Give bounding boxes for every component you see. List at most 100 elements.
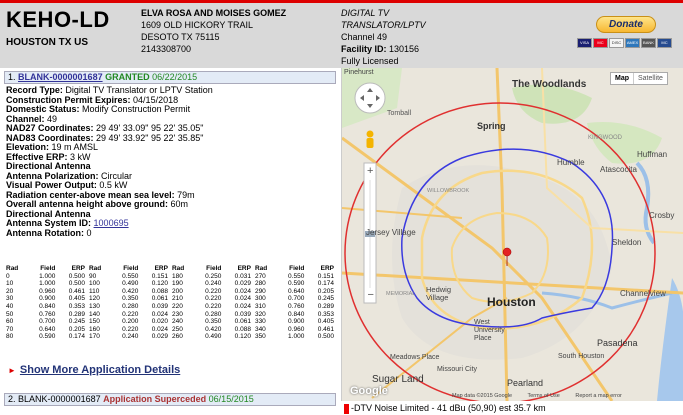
application-2-status: Application Superceded — [103, 394, 207, 404]
radiation-cell: 0.024 — [151, 325, 168, 333]
radiation-cell: 0.405 — [317, 318, 334, 326]
radiation-cell: 1.000 — [39, 272, 56, 280]
show-more-link[interactable]: Show More Application Details — [20, 364, 180, 376]
radiation-cell: 0.840 — [39, 302, 56, 310]
radiation-cell: 0.024 — [151, 310, 168, 318]
radiation-cell: 0.174 — [68, 333, 85, 341]
pan-control[interactable] — [354, 82, 386, 114]
coverage-map[interactable]: + − Pinehurst The Woodlands Tomball Spri… — [341, 68, 683, 401]
directional-antenna-label-1: Directional Antenna — [6, 161, 91, 171]
radiation-cell: 220 — [171, 302, 183, 310]
zoom-in-icon[interactable]: + — [367, 165, 373, 177]
overall-height-value: 60m — [170, 199, 189, 209]
station-city: HOUSTON TX US — [6, 37, 89, 48]
radiation-table-body: 0 1.000 0.500 90 0.550 0.151 180 0.250 0.031 270 0… — [4, 273, 336, 341]
donate-button[interactable]: Donate — [596, 16, 656, 33]
radiation-cell: 0.289 — [68, 310, 85, 318]
rotation-value: 0 — [86, 227, 92, 238]
application-1-date: 06/22/2015 — [152, 72, 198, 82]
license-status: Fully Licensed — [341, 56, 399, 66]
visa-card-icon: VISA — [577, 38, 592, 48]
application-2-bar: 2. BLANK-0000001687 Application Superced… — [4, 393, 336, 406]
radiation-cell: 0.151 — [151, 272, 168, 280]
radiation-cell: 320 — [254, 310, 266, 318]
radiation-cell: 10 — [6, 280, 14, 288]
radiation-cell: 0.700 — [39, 318, 56, 326]
map-label-the-woodlands: The Woodlands — [512, 79, 587, 90]
cp-expires-value: 04/15/2018 — [133, 94, 179, 105]
radiation-pattern-table: Rad Field ERP Rad Field ERP Rad Field ERP Rad Fiel… — [4, 265, 336, 341]
map-label-missouri-city: Missouri City — [437, 366, 478, 373]
radiation-cell: 0.840 — [288, 310, 305, 318]
radiation-cell: 0.024 — [234, 287, 251, 295]
nad83-value: 29 49' 33.92" 95 22' 35.85" — [96, 132, 204, 143]
radiation-cell: 0.174 — [317, 280, 334, 288]
radiation-cell: 240 — [171, 318, 183, 326]
map-data-credit: Map data ©2015 Google — [452, 393, 513, 399]
radiation-cell: 0.039 — [234, 310, 251, 318]
map-label-meadows-place: Meadows Place — [390, 354, 440, 361]
polarization-value: Circular — [101, 170, 133, 181]
zoom-out-icon[interactable]: − — [368, 289, 374, 301]
visual-power-value: 0.5 kW — [99, 180, 128, 190]
radiation-cell: 0.280 — [122, 302, 139, 310]
radiation-cell: 0.550 — [288, 272, 305, 280]
radiation-cell: 140 — [88, 310, 100, 318]
radiation-cell: 0.640 — [39, 325, 56, 333]
radiation-cell: 0.490 — [205, 333, 222, 341]
terms-of-use-link[interactable]: Terms of Use — [527, 393, 559, 399]
radiation-cell: 0.500 — [68, 280, 85, 288]
service-info: DIGITAL TV TRANSLATOR/LPTV Channel 49 Fa… — [341, 7, 426, 67]
radiation-cell: 0.760 — [39, 310, 56, 318]
radiation-cell: 0.700 — [288, 295, 305, 303]
map-label-tomball: Tomball — [387, 110, 412, 117]
map-label-west-university: West University Place — [474, 319, 505, 342]
radiation-header-cell: ERP — [71, 265, 85, 272]
radiation-cell: 0.200 — [122, 318, 139, 326]
radiation-cell: 0.220 — [122, 310, 139, 318]
radiation-row: 80 0.590 0.174 170 0.240 0.029 260 0.490 0.120 35… — [4, 333, 336, 341]
pegman-icon[interactable] — [366, 138, 374, 148]
cp-expires-label: Construction Permit Expires: — [6, 94, 131, 105]
radiation-cell: 1.000 — [39, 280, 56, 288]
facility-id-value: 130156 — [389, 44, 420, 54]
application-1-link[interactable]: BLANK-0000001687 — [18, 72, 103, 82]
payment-cards: VISA MC DISC AMEX BANK MC — [577, 38, 672, 48]
radiation-cell: 70 — [6, 325, 14, 333]
map-label-pearland: Pearland — [507, 378, 544, 388]
radiation-cell: 0.029 — [234, 280, 251, 288]
radiation-cell: 200 — [171, 287, 183, 295]
radiation-row: 70 0.640 0.205 160 0.220 0.024 250 0.420 0.088 34… — [4, 326, 336, 334]
map-type-satellite-button[interactable]: Satellite — [633, 73, 667, 84]
amex-card-icon: AMEX — [625, 38, 640, 48]
map-label-pinehurst: Pinehurst — [344, 69, 374, 76]
report-map-error-link[interactable]: Report a map error — [575, 393, 621, 399]
radiation-cell: 0 — [6, 272, 10, 280]
application-2-index: 2. — [8, 394, 16, 404]
radiation-cell: 1.000 — [288, 333, 305, 341]
radiation-cell: 0.280 — [205, 310, 222, 318]
radiation-header-cell: ERP — [320, 265, 334, 272]
radiation-row: 50 0.760 0.289 140 0.220 0.024 230 0.280 0.039 32… — [4, 311, 336, 319]
radiation-cell: 0.590 — [39, 333, 56, 341]
discover-card-icon: DISC — [609, 38, 624, 48]
application-1-status: GRANTED — [105, 72, 150, 82]
application-panel: 1. BLANK-0000001687 GRANTED 06/22/2015 R… — [0, 68, 340, 415]
radiation-cell: 0.500 — [68, 272, 85, 280]
radiation-cell: 210 — [171, 295, 183, 303]
map-type-map-button[interactable]: Map — [611, 73, 633, 84]
facility-id-row: Facility ID: 130156 — [341, 43, 426, 55]
map-label-atascocita: Atascocita — [600, 165, 637, 174]
radiation-cell: 120 — [88, 295, 100, 303]
radiation-header-cell: Rad — [171, 265, 185, 272]
antenna-system-link[interactable]: 1000695 — [94, 218, 129, 228]
radiation-cell: 330 — [254, 318, 266, 326]
radiation-cell: 0.900 — [39, 295, 56, 303]
overall-height-label: Overall antenna height above ground: — [6, 199, 169, 209]
owner-phone: 2143308700 — [141, 44, 192, 54]
map-label-memorial: MEMORIAL — [386, 291, 416, 297]
radiation-cell: 0.353 — [68, 302, 85, 310]
map-label-humble: Humble — [557, 158, 585, 167]
radiation-cell: 130 — [88, 302, 100, 310]
application-2-link[interactable]: BLANK-0000001687 — [18, 394, 101, 404]
